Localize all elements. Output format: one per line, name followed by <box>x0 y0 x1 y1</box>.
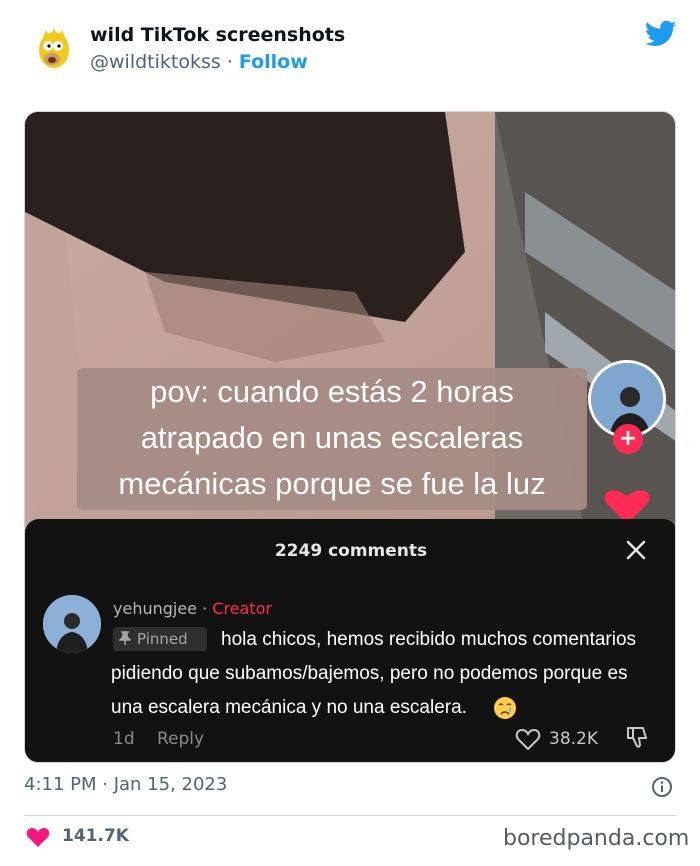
comment-text-line: hola chicos, hemos recibido muchos comen… <box>221 629 637 650</box>
pinned-label: Pinned <box>137 630 188 648</box>
caption-line: pov: cuando estás 2 horas <box>150 374 514 409</box>
comment-age: 1d <box>113 729 135 749</box>
author-handle[interactable]: @wildtiktokss <box>90 51 221 73</box>
comment-separator: · <box>197 599 213 618</box>
follow-plus-button[interactable]: + <box>613 424 643 454</box>
crying-face-emoji-icon <box>494 697 516 719</box>
commenter-avatar[interactable] <box>43 595 101 653</box>
heart-icon[interactable] <box>26 826 50 848</box>
tweet-media[interactable]: pov: cuando estás 2 horas atrapado en un… <box>24 111 676 763</box>
comment-author-row: yehungjee · Creator <box>113 599 272 618</box>
comment-text-line: una escalera mecánica y no una escalera. <box>111 697 467 718</box>
follow-button[interactable]: Follow <box>239 51 308 73</box>
caption-line: atrapado en unas escaleras <box>140 420 524 455</box>
handle-separator: · <box>220 51 239 73</box>
info-icon[interactable] <box>651 776 673 798</box>
twitter-bird-icon[interactable] <box>645 20 677 48</box>
thumbs-down-icon[interactable] <box>625 724 651 750</box>
comments-panel: 2249 comments yehungjee · Creator Pinned… <box>25 519 675 762</box>
heart-outline-icon[interactable] <box>515 727 541 751</box>
comment-text-line: pidiendo que subamos/bajemos, pero no po… <box>111 663 628 684</box>
person-silhouette-icon <box>43 595 101 653</box>
comments-count: 2249 comments <box>274 541 428 561</box>
creator-badge: Creator <box>212 599 272 618</box>
boredpanda-watermark: boredpanda.com <box>503 826 690 851</box>
comment-username[interactable]: yehungjee <box>113 599 197 618</box>
author-name[interactable]: wild TikTok screenshots <box>90 24 345 46</box>
tweet-like-count: 141.7K <box>62 826 129 846</box>
footer-divider <box>24 815 676 816</box>
comment-like-count: 38.2K <box>549 729 598 749</box>
close-icon[interactable] <box>625 539 647 561</box>
reply-button[interactable]: Reply <box>157 729 204 749</box>
video-caption: pov: cuando estás 2 horas atrapado en un… <box>77 368 587 510</box>
author-handle-row: @wildtiktokss · Follow <box>90 51 308 73</box>
caption-line: mecánicas porque se fue la luz <box>118 466 546 501</box>
tweet-header: wild TikTok screenshots @wildtiktokss · … <box>0 0 700 100</box>
author-avatar[interactable] <box>34 26 74 72</box>
tweet-timestamp[interactable]: 4:11 PM · Jan 15, 2023 <box>24 774 227 795</box>
pin-icon <box>118 631 132 645</box>
pinned-badge: Pinned <box>113 627 207 651</box>
